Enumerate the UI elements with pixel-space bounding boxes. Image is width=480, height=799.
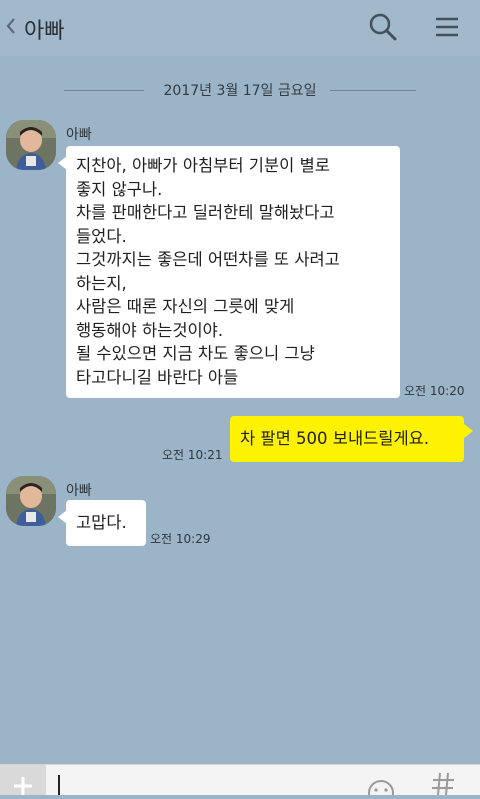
plus-icon (14, 777, 32, 795)
avatar-image (6, 120, 56, 170)
sender-name: 아빠 (66, 127, 92, 143)
chevron-left-icon[interactable] (4, 14, 18, 38)
my-message-bubble[interactable]: 차 팔면 500 보내드릴게요. (230, 416, 464, 462)
message-line: 행동해야 하는것이야. (76, 320, 224, 340)
message-time: 오전 10:20 (404, 384, 465, 398)
message-line: 차를 판매한다고 딜러한테 말해놨다고 (76, 203, 335, 222)
message-line: 타고다니길 바란다 아들 (76, 367, 239, 387)
avatar[interactable] (6, 120, 56, 170)
sender-name: 아빠 (66, 483, 92, 499)
attach-button[interactable] (0, 765, 46, 795)
message-input[interactable] (52, 765, 356, 797)
avatar-image (6, 476, 56, 526)
date-divider-text: 2017년 3월 17일 금요일 (163, 83, 317, 99)
message-bubble[interactable]: 지찬아, 아빠가 아침부터 기분이 별로 좋지 않구나. 차를 판매한다고 딜러… (66, 146, 400, 398)
emoticon-icon[interactable] (366, 777, 396, 795)
avatar[interactable] (6, 476, 56, 526)
message-line: 사람은 때론 자신의 그릇에 맞게 (76, 297, 295, 316)
bubble-tail (464, 424, 473, 438)
hashtag-icon[interactable] (430, 771, 456, 795)
date-divider: 2017년 3월 17일 금요일 (0, 80, 480, 102)
divider-line (330, 90, 416, 91)
message-bubble[interactable]: 고맙다. (66, 500, 146, 546)
message-line: 좋지 않구나. (76, 179, 163, 199)
message-line: 지찬아, 아빠가 아침부터 기분이 별로 (76, 156, 330, 175)
message-input-bar (0, 764, 480, 797)
chat-title: 아빠 (24, 19, 65, 44)
text-cursor (58, 775, 60, 795)
chat-header: 아빠 (0, 0, 480, 56)
hamburger-menu-icon[interactable] (432, 14, 462, 40)
message-time: 오전 10:21 (162, 448, 223, 462)
message-line: 들었다. (76, 226, 127, 246)
message-line: 될 수있으면 지금 차도 좋으니 그냥 (76, 344, 315, 363)
divider-line (64, 90, 144, 91)
message-line: 그것까지는 좋은데 어떤차를 또 사려고 (76, 250, 340, 269)
message-line: 하는지, (76, 273, 127, 293)
search-icon[interactable] (368, 12, 398, 42)
message-time: 오전 10:29 (150, 532, 211, 546)
